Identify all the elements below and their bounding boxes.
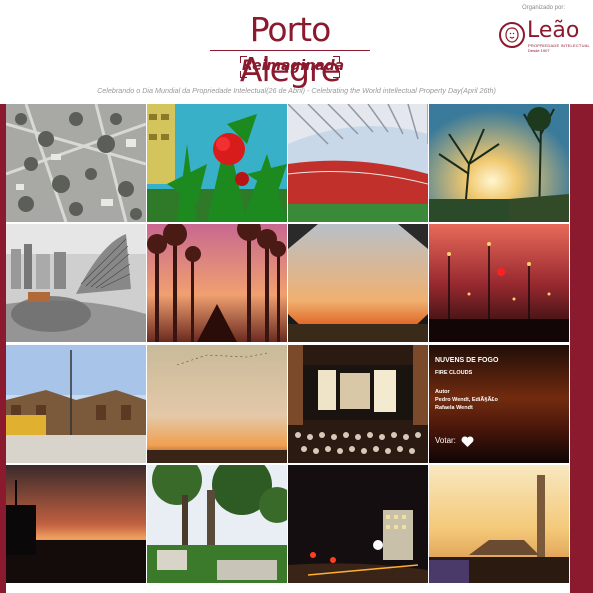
vote-label: Votar: — [435, 436, 456, 445]
photo-street-night-lights[interactable] — [429, 224, 569, 342]
tagline: Celebrando o Dia Mundial da Propriedade … — [97, 86, 496, 95]
right-brand-bar — [570, 104, 593, 593]
organizer-name[interactable]: Leão — [527, 18, 579, 44]
organizer-since: Desde 1907 — [528, 48, 550, 53]
heart-icon[interactable] — [461, 435, 474, 453]
page-header: Porto Alegre Reimaginada Organizado por:… — [0, 0, 593, 104]
title-rule — [210, 50, 370, 51]
photo-aerial-city-bw[interactable] — [6, 104, 146, 222]
photo-chimney-sunset[interactable] — [429, 465, 569, 583]
lion-logo-icon[interactable] — [499, 22, 525, 48]
photo-title: NUVENS DE FOGO — [435, 357, 499, 364]
photo-fire-clouds-hover[interactable]: NUVENS DE FOGO FIRE CLOUDS Autor Pedro W… — [429, 345, 569, 463]
organizer-label: Organizado por: — [522, 5, 566, 11]
photo-city-aerial-bw[interactable] — [6, 224, 146, 342]
photo-sky-birds[interactable] — [147, 345, 287, 463]
photo-hover-overlay: NUVENS DE FOGO FIRE CLOUDS Autor Pedro W… — [429, 345, 569, 463]
author-name-1: Pedro Wendt, EdiÃ§Ã£o — [435, 397, 498, 403]
photo-red-flower-palms[interactable] — [147, 104, 287, 222]
page-subtitle-word: Reimaginada — [242, 58, 345, 74]
author-label: Autor — [435, 389, 450, 395]
author-name-2: Rafaela Wendt — [435, 405, 473, 411]
photo-palm-avenue-sunset[interactable] — [147, 224, 287, 342]
photo-sunset-horizon[interactable] — [288, 224, 428, 342]
photo-grid: NUVENS DE FOGO FIRE CLOUDS Autor Pedro W… — [6, 104, 570, 593]
photo-park-trees[interactable] — [147, 465, 287, 583]
photo-stadium-interior[interactable] — [288, 104, 428, 222]
photo-harbor-ship-dusk[interactable] — [6, 465, 146, 583]
photo-harbor-warehouses[interactable] — [6, 345, 146, 463]
photo-subtitle: FIRE CLOUDS — [435, 370, 473, 376]
photo-city-night-traffic[interactable] — [288, 465, 428, 583]
photo-tree-sunset[interactable] — [429, 104, 569, 222]
photo-theater-audience[interactable] — [288, 345, 428, 463]
